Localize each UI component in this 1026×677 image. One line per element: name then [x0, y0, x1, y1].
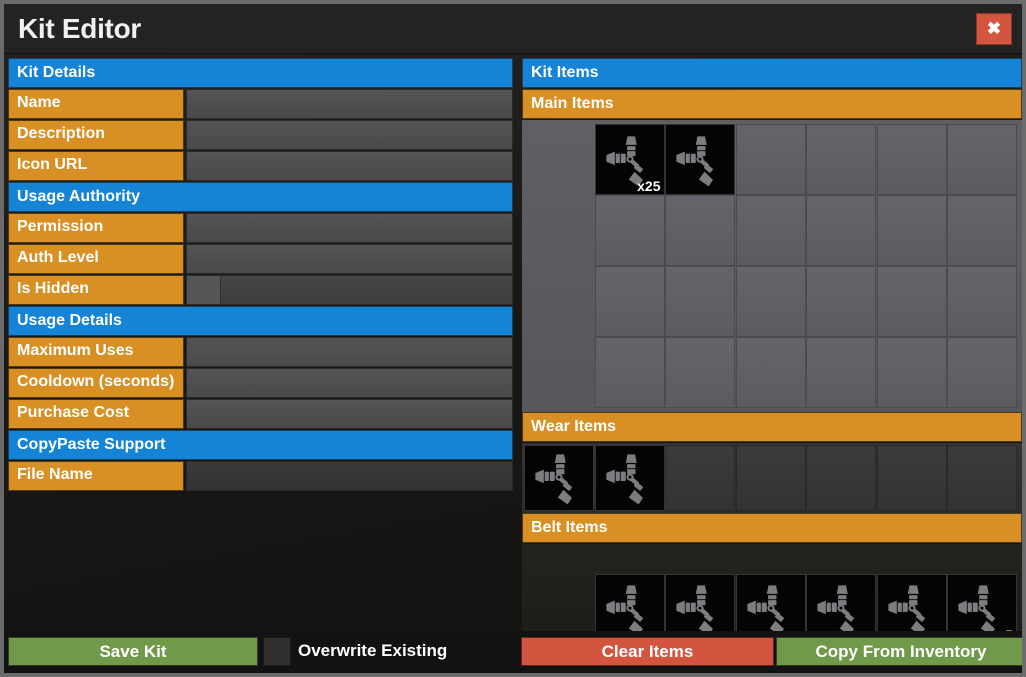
item-slot[interactable] — [947, 124, 1017, 195]
field-label: Maximum Uses — [8, 337, 184, 367]
item-slot[interactable] — [665, 445, 735, 511]
item-slot[interactable] — [665, 337, 735, 408]
title-bar: Kit Editor ✖ — [4, 4, 1022, 54]
save-kit-button[interactable]: Save Kit — [8, 637, 258, 666]
item-slot[interactable] — [947, 337, 1017, 408]
item-slot[interactable] — [594, 337, 665, 408]
section-header: CopyPaste Support — [8, 430, 513, 460]
item-count-label: x25 — [637, 178, 661, 194]
action-bar: Save Kit Overwrite Existing Clear Items … — [4, 631, 1022, 673]
kit-items-header: Kit Items — [522, 58, 1022, 88]
section-header: Usage Details — [8, 306, 513, 336]
field-label: Cooldown (seconds) — [8, 368, 184, 398]
field-input[interactable] — [186, 368, 513, 398]
item-slot[interactable] — [947, 195, 1017, 266]
item-grid — [522, 443, 1022, 513]
item-grid: x25 — [522, 120, 1022, 412]
item-slot[interactable] — [594, 266, 665, 337]
item-slot[interactable] — [876, 337, 947, 408]
field-input[interactable] — [186, 461, 513, 491]
group-header: Belt Items — [522, 513, 1022, 543]
field-label: Is Hidden — [8, 275, 184, 305]
field-label: Purchase Cost — [8, 399, 184, 429]
field-row: Permission — [8, 213, 513, 243]
field-row: Auth Level — [8, 244, 513, 274]
item-slot[interactable] — [947, 266, 1017, 337]
item-slot[interactable] — [876, 445, 947, 511]
kit-editor-window: Kit Editor ✖ Kit Details Name Description I… — [4, 4, 1022, 673]
copy-from-inventory-button[interactable]: Copy From Inventory — [776, 637, 1022, 666]
kit-details-panel: Kit Details Name Description Icon URL Usage … — [8, 58, 517, 492]
item-slot[interactable] — [876, 124, 947, 195]
overwrite-existing-checkbox[interactable] — [263, 637, 291, 666]
pipe-valve-icon — [673, 133, 727, 187]
field-label: Auth Level — [8, 244, 184, 274]
close-icon[interactable]: ✖ — [976, 13, 1012, 45]
item-slot[interactable] — [735, 445, 806, 511]
section-header: Kit Details — [8, 58, 513, 88]
kit-editor-app: Kit Editor ✖ Kit Details Name Description I… — [0, 0, 1026, 677]
checkbox-box[interactable] — [187, 276, 221, 304]
field-row: Maximum Uses — [8, 337, 513, 367]
item-slot[interactable] — [806, 266, 876, 337]
item-slot[interactable] — [665, 266, 735, 337]
is-hidden-checkbox[interactable] — [186, 275, 513, 305]
pipe-valve-icon — [532, 451, 586, 505]
field-label: Icon URL — [8, 151, 184, 181]
field-row: Cooldown (seconds) — [8, 368, 513, 398]
group-header: Main Items — [522, 89, 1022, 119]
field-row: File Name — [8, 461, 513, 491]
section-header: Usage Authority — [8, 182, 513, 212]
field-input[interactable] — [186, 151, 513, 181]
pipe-valve-icon — [673, 582, 727, 636]
item-slot[interactable] — [806, 195, 876, 266]
item-slot[interactable]: x25 — [594, 124, 665, 195]
field-row: Icon URL — [8, 151, 513, 181]
item-slot[interactable] — [806, 445, 876, 511]
field-row: Purchase Cost — [8, 399, 513, 429]
item-slot[interactable] — [594, 445, 665, 511]
item-slot[interactable] — [806, 124, 876, 195]
field-row: Is Hidden — [8, 275, 513, 305]
pipe-valve-icon — [885, 582, 939, 636]
field-input[interactable] — [186, 337, 513, 367]
item-slot[interactable] — [947, 445, 1017, 511]
item-slot[interactable] — [665, 195, 735, 266]
pipe-valve-icon — [744, 582, 798, 636]
group-header: Wear Items — [522, 412, 1022, 442]
item-slot[interactable] — [735, 195, 806, 266]
item-slot[interactable] — [735, 266, 806, 337]
pipe-valve-icon — [603, 582, 657, 636]
field-label: File Name — [8, 461, 184, 491]
item-slot[interactable] — [806, 337, 876, 408]
page-title: Kit Editor — [18, 13, 141, 44]
item-slot[interactable] — [665, 124, 735, 195]
pipe-valve-icon — [603, 451, 657, 505]
field-input[interactable] — [186, 120, 513, 150]
item-slot[interactable] — [876, 266, 947, 337]
field-label: Permission — [8, 213, 184, 243]
item-slot[interactable] — [594, 195, 665, 266]
field-input[interactable] — [186, 399, 513, 429]
field-row: Name — [8, 89, 513, 119]
clear-items-button[interactable]: Clear Items — [521, 637, 774, 666]
field-input[interactable] — [186, 213, 513, 243]
item-slot[interactable] — [735, 124, 806, 195]
field-input[interactable] — [186, 244, 513, 274]
item-slot[interactable] — [735, 337, 806, 408]
item-slot[interactable] — [876, 195, 947, 266]
pipe-valve-icon — [814, 582, 868, 636]
field-row: Description — [8, 120, 513, 150]
field-label: Name — [8, 89, 184, 119]
kit-items-panel: Kit Items Main Items x25 Wear Items Belt Ite… — [522, 58, 1022, 647]
item-slot[interactable] — [524, 445, 594, 511]
overwrite-existing-label: Overwrite Existing — [298, 641, 448, 660]
field-input[interactable] — [186, 89, 513, 119]
field-label: Description — [8, 120, 184, 150]
